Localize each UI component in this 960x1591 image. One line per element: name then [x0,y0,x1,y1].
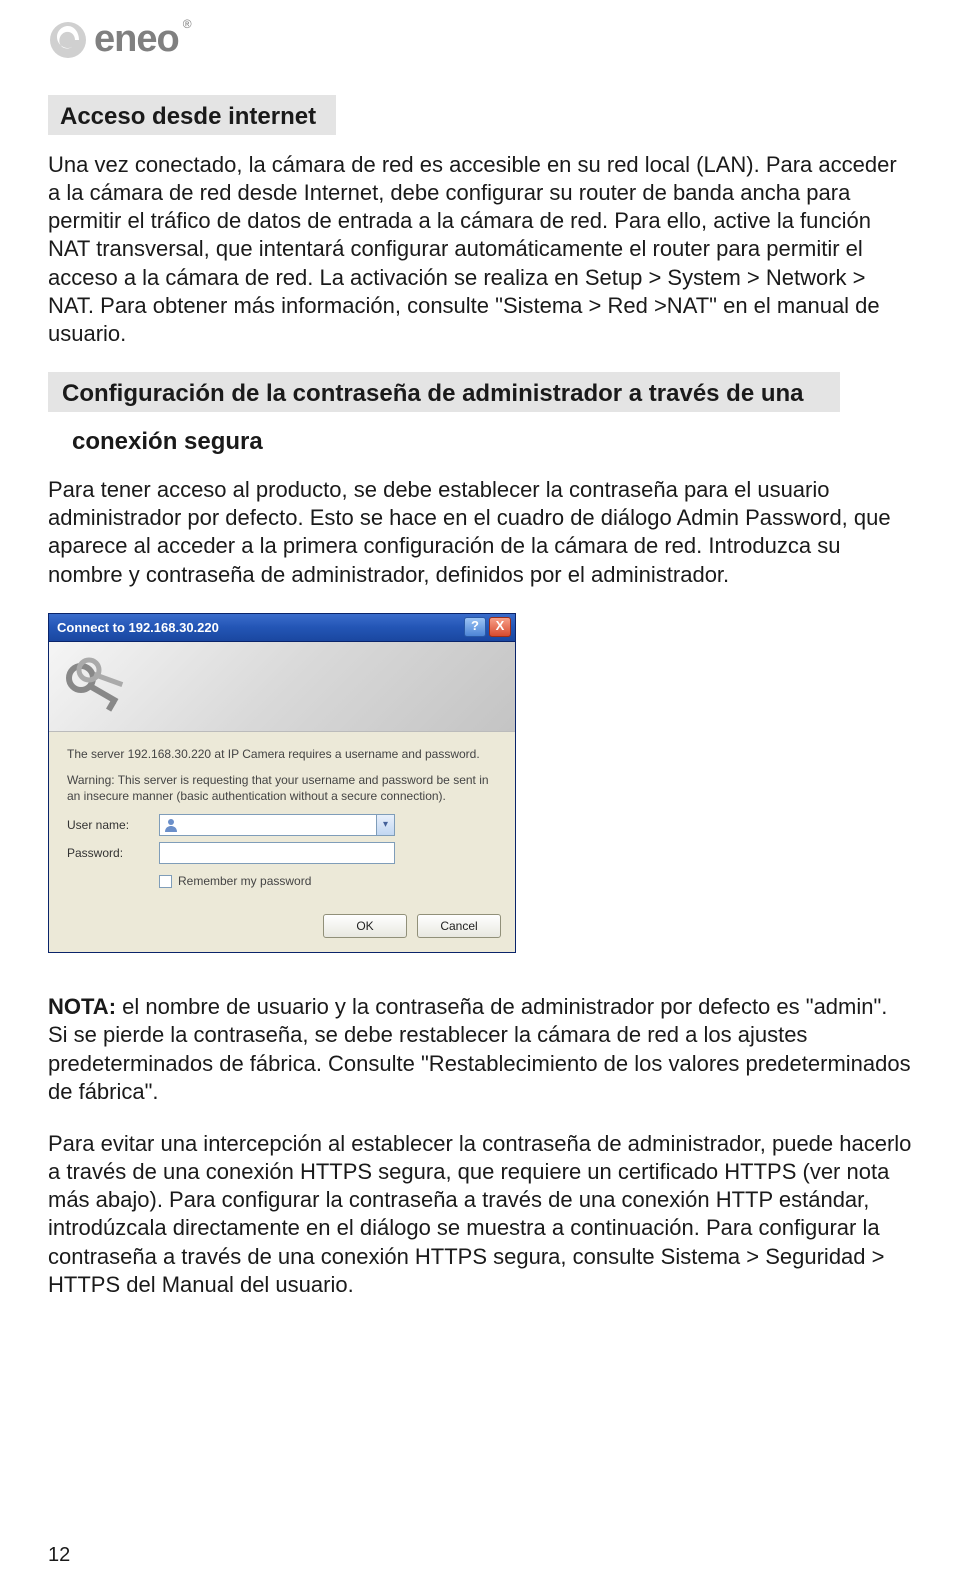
dialog-title: Connect to 192.168.30.220 [57,620,219,635]
section-heading-config-line2: conexión segura [72,428,912,456]
https-paragraph: Para evitar una intercepción al establec… [48,1130,912,1299]
remember-row: Remember my password [159,874,497,888]
username-label: User name: [67,818,159,832]
note-paragraph: NOTA: el nombre de usuario y la contrase… [48,993,912,1106]
password-row: Password: [67,842,497,864]
password-label: Password: [67,846,159,860]
auth-dialog: Connect to 192.168.30.220 ? X The server… [48,613,516,954]
document-page: eneo ® Acceso desde internet Una vez con… [0,0,960,1591]
user-icon [163,817,179,833]
section1-body: Una vez conectado, la cámara de red es a… [48,151,912,348]
registered-mark: ® [183,17,192,31]
dialog-message-1: The server 192.168.30.220 at IP Camera r… [67,746,497,762]
section-heading-acceso: Acceso desde internet [48,95,336,135]
section2-body: Para tener acceso al producto, se debe e… [48,476,912,589]
section-heading-config-line1: Configuración de la contraseña de admini… [48,372,840,412]
remember-checkbox[interactable] [159,875,172,888]
username-dropdown-arrow[interactable]: ▾ [376,815,394,835]
dialog-footer: OK Cancel [49,904,515,952]
cancel-button[interactable]: Cancel [417,914,501,938]
username-input[interactable] [159,814,395,836]
dialog-body: The server 192.168.30.220 at IP Camera r… [49,732,515,905]
dialog-titlebar: Connect to 192.168.30.220 ? X [49,614,515,642]
note-body: el nombre de usuario y la contraseña de … [48,994,911,1103]
password-input[interactable] [159,842,395,864]
dialog-message-2: Warning: This server is requesting that … [67,772,497,804]
brand-logo: eneo ® [48,0,912,89]
page-number: 12 [48,1544,70,1567]
keys-icon [63,656,133,720]
note-label: NOTA: [48,994,116,1019]
close-button[interactable]: X [489,617,511,637]
remember-label: Remember my password [178,874,311,888]
username-row: User name: ▾ [67,814,497,836]
brand-name: eneo [94,18,179,61]
help-button[interactable]: ? [464,617,486,637]
ok-button[interactable]: OK [323,914,407,938]
dialog-banner [49,642,515,732]
logo-mark-icon [48,20,88,60]
